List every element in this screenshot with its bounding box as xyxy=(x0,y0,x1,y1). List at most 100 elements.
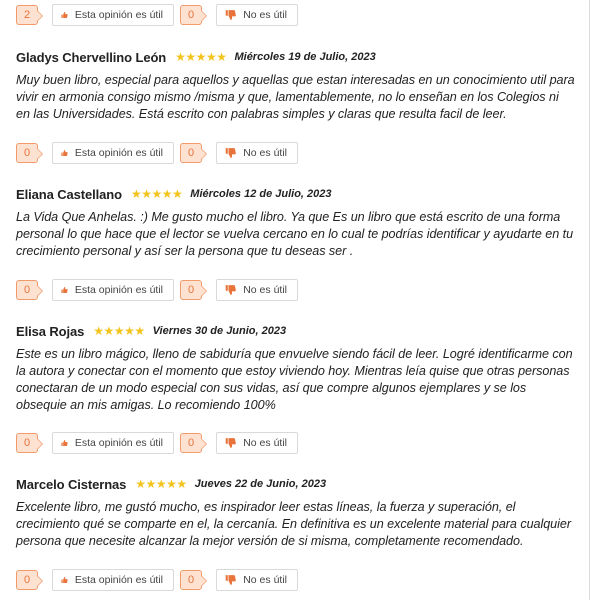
review-header: Eliana Castellano ★ ★ ★ ★ ★ Miércoles 12 de … xyxy=(16,185,576,203)
review-header: Gladys Chervellino León ★ ★ ★ ★ ★ Miércoles … xyxy=(16,48,576,66)
review-header: Elisa Rojas ★ ★ ★ ★ ★ Viernes 30 de Junio, 2… xyxy=(16,322,576,340)
star-icon: ★ xyxy=(145,477,157,491)
not-helpful-count: 0 xyxy=(180,143,207,163)
review-votes: 0 Esta opinión es útil 0 No es útil xyxy=(16,431,298,455)
helpful-label: Esta opinión es útil xyxy=(74,284,163,296)
helpful-button[interactable]: Esta opinión es útil xyxy=(52,142,174,164)
not-helpful-count: 0 xyxy=(180,5,207,25)
not-helpful-button[interactable]: No es útil xyxy=(216,432,298,454)
review-date: Jueves 22 de Junio, 2023 xyxy=(194,478,327,490)
review-date: Miércoles 19 de Julio, 2023 xyxy=(234,51,376,63)
helpful-button[interactable]: Esta opinión es útil xyxy=(52,4,174,26)
reviewer-name: Gladys Chervellino León xyxy=(16,49,167,65)
review-votes: 0 Esta opinión es útil 0 No es útil xyxy=(16,141,298,165)
helpful-count: 2 xyxy=(16,5,43,25)
thumbs-down-icon xyxy=(225,438,236,448)
review-date: Miércoles 12 de Julio, 2023 xyxy=(190,188,332,200)
star-icon: ★ xyxy=(141,187,152,201)
helpful-count: 0 xyxy=(16,280,43,300)
review-date: Viernes 30 de Junio, 2023 xyxy=(152,325,287,337)
review-text: Excelente libro, me gustó mucho, es insp… xyxy=(16,500,571,548)
star-icon: ★ xyxy=(185,50,196,64)
star-icon: ★ xyxy=(93,324,104,338)
helpful-button[interactable]: Esta opinión es útil xyxy=(52,432,174,454)
reviews-page: 2 Esta opinión es útil 0 No es útil Glad… xyxy=(0,0,600,600)
thumbs-up-icon xyxy=(61,576,68,584)
helpful-vote: 0 Esta opinión es útil xyxy=(16,142,174,164)
star-rating: ★ ★ ★ ★ ★ xyxy=(175,50,227,64)
star-icon: ★ xyxy=(216,50,227,64)
star-icon: ★ xyxy=(151,187,162,201)
not-helpful-label: No es útil xyxy=(243,284,287,296)
review-item: Marcelo Cisternas ★ ★ ★ ★ ★ Jueves 22 de Jun… xyxy=(16,475,576,550)
thumbs-down-icon xyxy=(225,285,236,295)
star-icon: ★ xyxy=(135,477,146,491)
not-helpful-button[interactable]: No es útil xyxy=(216,4,298,26)
review-votes: 0 Esta opinión es útil 0 No es útil xyxy=(16,568,298,592)
star-icon: ★ xyxy=(134,324,145,338)
reviewer-name: Eliana Castellano xyxy=(16,186,122,202)
helpful-label: Esta opinión es útil xyxy=(74,147,163,159)
review-votes: 0 Esta opinión es útil 0 No es útil xyxy=(16,278,298,302)
not-helpful-button[interactable]: No es útil xyxy=(216,142,298,164)
thumbs-down-icon xyxy=(225,10,236,20)
helpful-label: Esta opinión es útil xyxy=(74,9,163,21)
reviewer-name: Marcelo Cisternas xyxy=(16,476,127,492)
panel-border xyxy=(589,0,590,600)
review-text: Este es un libro mágico, lleno de sabidu… xyxy=(16,347,573,412)
not-helpful-vote: 0 No es útil xyxy=(180,4,298,26)
not-helpful-label: No es útil xyxy=(243,574,287,586)
thumbs-up-icon xyxy=(61,11,68,19)
helpful-vote: 0 Esta opinión es útil xyxy=(16,432,174,454)
review-item: Elisa Rojas ★ ★ ★ ★ ★ Viernes 30 de Junio, 2… xyxy=(16,322,576,414)
star-icon: ★ xyxy=(124,324,135,338)
star-icon: ★ xyxy=(166,477,177,491)
star-rating: ★ ★ ★ ★ ★ xyxy=(135,477,187,491)
star-icon: ★ xyxy=(205,50,217,64)
not-helpful-vote: 0 No es útil xyxy=(180,569,298,591)
thumbs-up-icon xyxy=(61,439,68,447)
star-icon: ★ xyxy=(103,324,115,338)
review-header: Marcelo Cisternas ★ ★ ★ ★ ★ Jueves 22 de Jun… xyxy=(16,475,576,493)
reviewer-name: Elisa Rojas xyxy=(16,323,85,339)
thumbs-up-icon xyxy=(61,286,68,294)
not-helpful-button[interactable]: No es útil xyxy=(216,279,298,301)
helpful-count: 0 xyxy=(16,570,43,590)
helpful-button[interactable]: Esta opinión es útil xyxy=(52,569,174,591)
thumbs-down-icon xyxy=(225,148,236,158)
not-helpful-vote: 0 No es útil xyxy=(180,279,298,301)
thumbs-up-icon xyxy=(61,149,68,157)
not-helpful-count: 0 xyxy=(180,570,207,590)
not-helpful-button[interactable]: No es útil xyxy=(216,569,298,591)
not-helpful-label: No es útil xyxy=(243,9,287,21)
review-item: Gladys Chervellino León ★ ★ ★ ★ ★ Miércoles … xyxy=(16,48,576,123)
thumbs-down-icon xyxy=(225,575,236,585)
helpful-label: Esta opinión es útil xyxy=(74,437,163,449)
helpful-count: 0 xyxy=(16,433,43,453)
not-helpful-count: 0 xyxy=(180,433,207,453)
helpful-button[interactable]: Esta opinión es útil xyxy=(52,279,174,301)
helpful-vote: 2 Esta opinión es útil xyxy=(16,4,174,26)
helpful-label: Esta opinión es útil xyxy=(74,574,163,586)
not-helpful-vote: 0 No es útil xyxy=(180,432,298,454)
star-icon: ★ xyxy=(130,187,142,201)
helpful-vote: 0 Esta opinión es útil xyxy=(16,569,174,591)
review-text: La Vida Que Anhelas. :) Me gusto mucho e… xyxy=(16,210,574,258)
star-icon: ★ xyxy=(172,187,183,201)
not-helpful-count: 0 xyxy=(180,280,207,300)
star-rating: ★ ★ ★ ★ ★ xyxy=(130,187,183,201)
not-helpful-label: No es útil xyxy=(243,147,287,159)
review-text: Muy buen libro, especial para aquellos y… xyxy=(16,73,575,121)
star-icon: ★ xyxy=(113,324,125,338)
star-icon: ★ xyxy=(161,187,173,201)
star-icon: ★ xyxy=(195,50,207,64)
star-icon: ★ xyxy=(176,477,187,491)
helpful-count: 0 xyxy=(16,143,43,163)
star-icon: ★ xyxy=(175,50,186,64)
not-helpful-label: No es útil xyxy=(243,437,287,449)
review-votes: 2 Esta opinión es útil 0 No es útil xyxy=(16,3,298,27)
review-item: Eliana Castellano ★ ★ ★ ★ ★ Miércoles 12 de … xyxy=(16,185,576,260)
star-rating: ★ ★ ★ ★ ★ xyxy=(93,324,145,338)
helpful-vote: 0 Esta opinión es útil xyxy=(16,279,174,301)
not-helpful-vote: 0 No es útil xyxy=(180,142,298,164)
